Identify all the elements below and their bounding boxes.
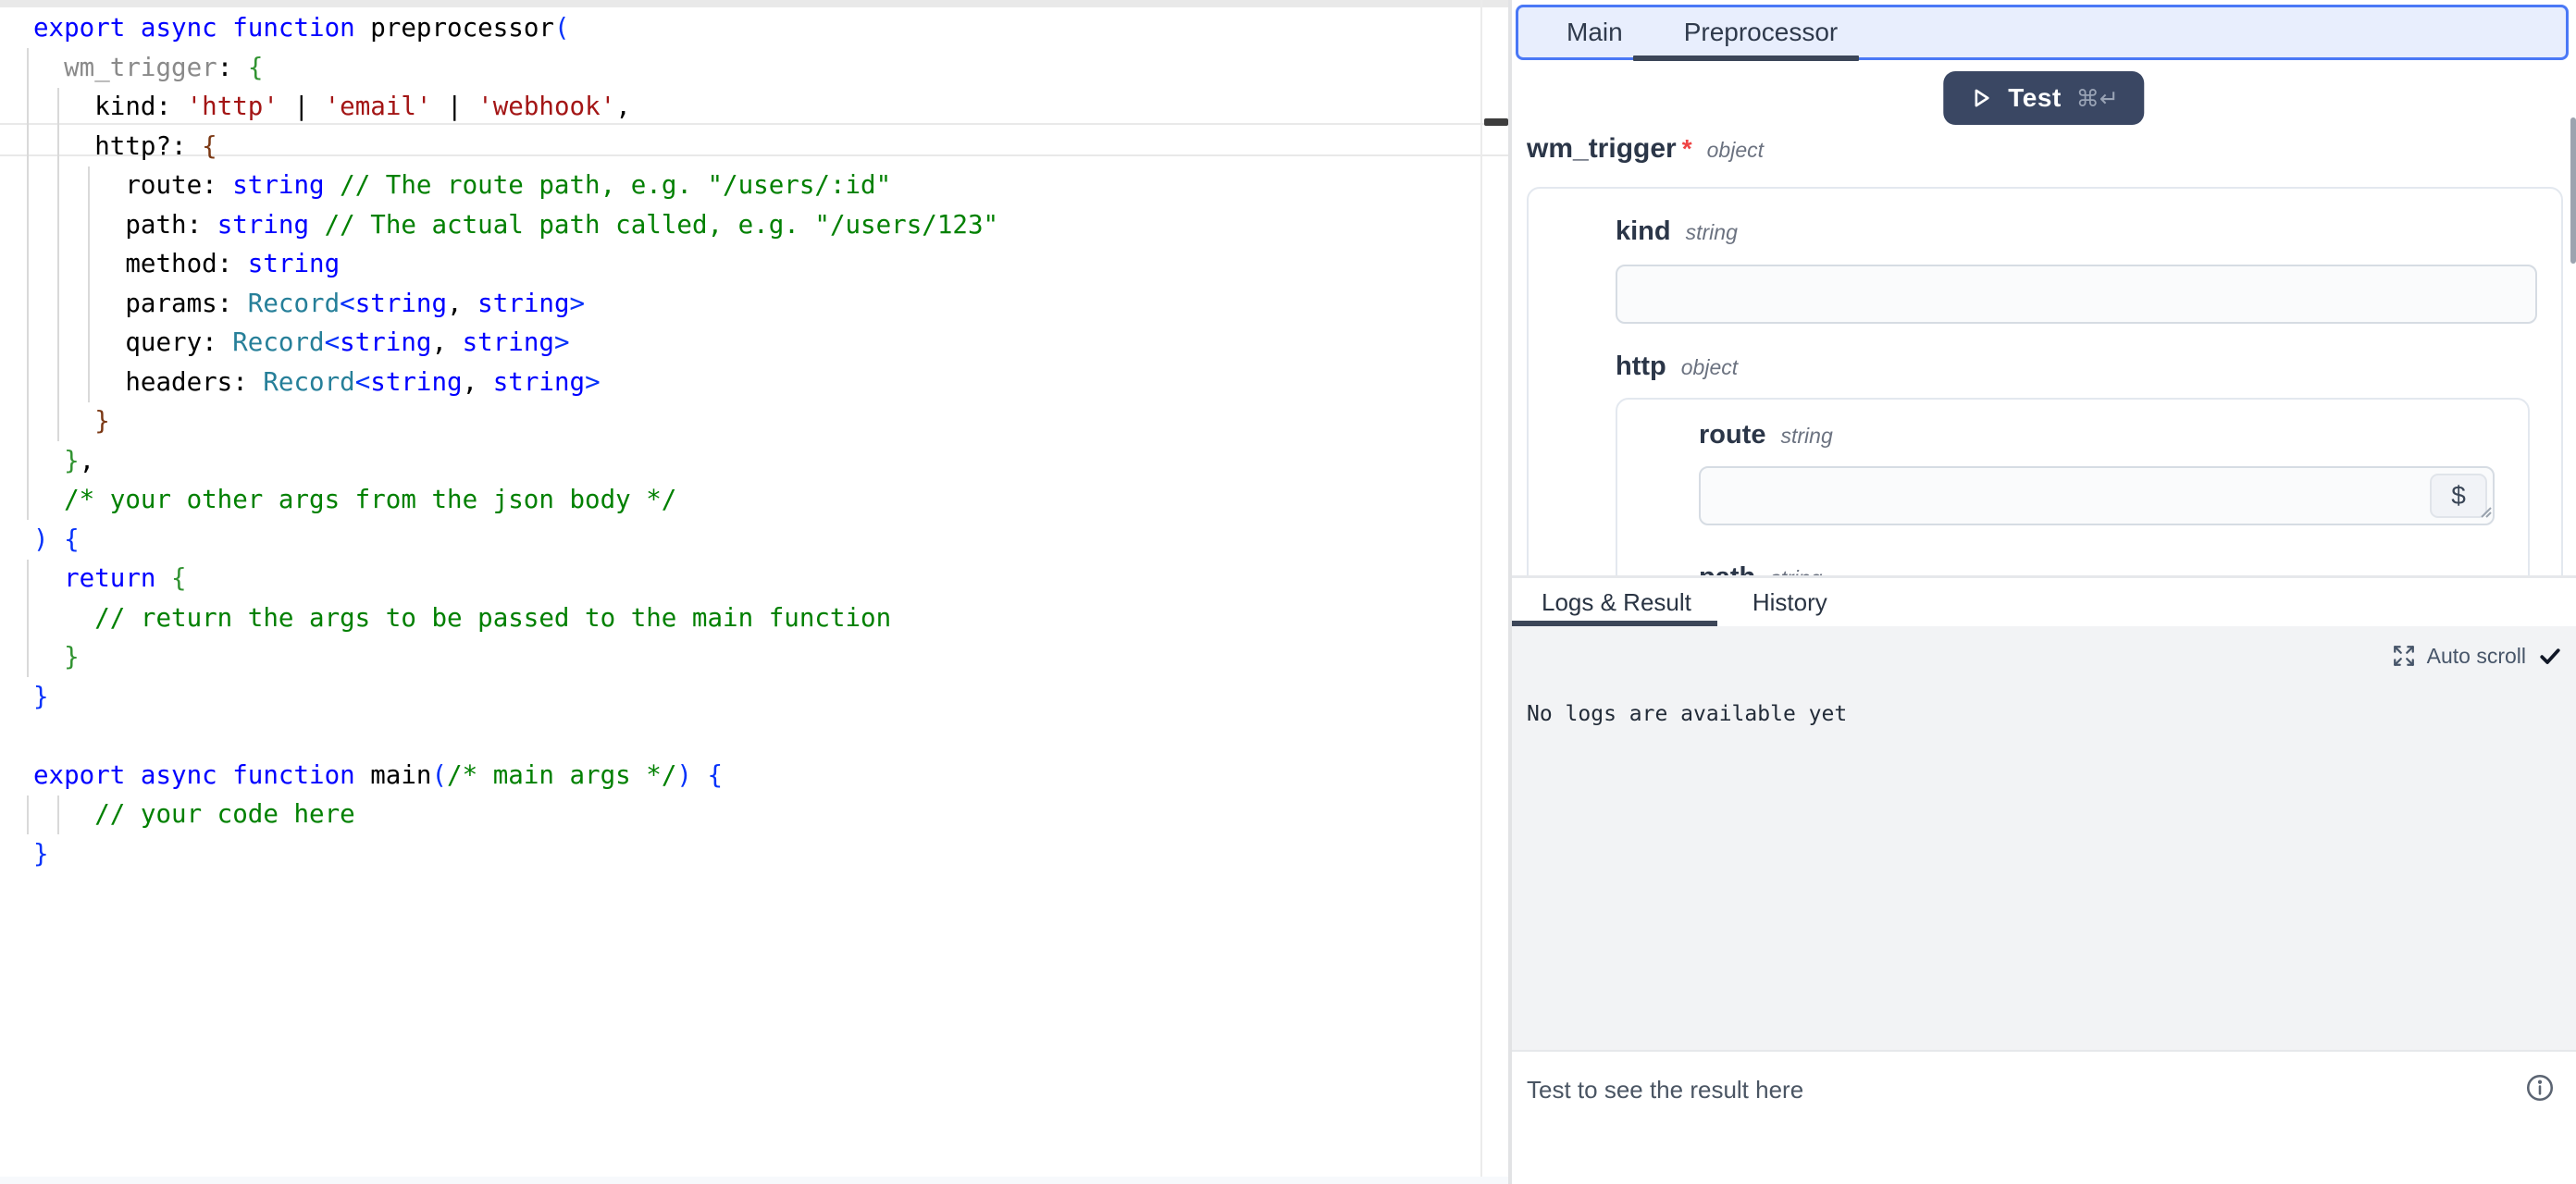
code-line: params: Record<string, string>	[33, 284, 998, 324]
field-header-route: route string	[1699, 420, 2495, 453]
auto-scroll-label: Auto scroll	[2427, 644, 2526, 669]
resize-grip-icon[interactable]	[2476, 502, 2493, 524]
auto-scroll-control[interactable]: Auto scroll	[2392, 643, 2563, 669]
logs-tabbar: Logs & Result History	[1512, 578, 2576, 626]
script-editor-window: export async function preprocessor( wm_t…	[0, 0, 2576, 1184]
kind-input[interactable]	[1616, 265, 2537, 324]
field-header-wm-trigger: wm_trigger * object	[1527, 133, 1764, 165]
code-line: http?: {	[33, 127, 998, 166]
code-line: route: string // The route path, e.g. "/…	[33, 166, 998, 205]
active-tab-underline	[1633, 56, 1859, 61]
code-line: }	[33, 637, 998, 677]
logs-panel: Auto scroll No logs are available yet	[1512, 626, 2576, 1050]
test-button[interactable]: Test ⌘↵	[1943, 71, 2144, 125]
field-type: string	[1686, 220, 1738, 245]
field-type: object	[1707, 138, 1764, 163]
code-line: }	[33, 677, 998, 717]
code-line: query: Record<string, string>	[33, 323, 998, 363]
info-circle-icon[interactable]	[2524, 1072, 2556, 1108]
code-line: }	[33, 834, 998, 874]
result-bar: Test to see the result here	[1512, 1050, 2576, 1184]
code-line: method: string	[33, 244, 998, 284]
required-asterisk: *	[1682, 134, 1692, 164]
code-line: // your code here	[33, 795, 998, 834]
code-line: ) {	[33, 520, 998, 560]
overview-ruler-cursor-marker[interactable]	[1484, 118, 1508, 126]
tab-preprocessor[interactable]: Preprocessor	[1684, 18, 1839, 47]
tab-history[interactable]: History	[1752, 588, 1827, 617]
field-name: http	[1616, 352, 1666, 382]
code-content[interactable]: export async function preprocessor( wm_t…	[0, 8, 998, 873]
tab-logs-result[interactable]: Logs & Result	[1542, 588, 1691, 617]
code-line: }	[33, 401, 998, 441]
code-line	[33, 716, 998, 756]
wm-trigger-object-box: kind string http object route string $	[1527, 187, 2563, 575]
test-panel: Main Preprocessor Test ⌘↵ wm_trigger * o…	[1512, 0, 2576, 1184]
test-shortcut: ⌘↵	[2076, 85, 2119, 112]
field-name: path	[1699, 562, 1755, 575]
route-input[interactable]	[1699, 466, 2495, 525]
code-line: export async function preprocessor(	[33, 8, 998, 48]
code-line: export async function main(/* main args …	[33, 756, 998, 796]
field-header-http: http object	[1616, 352, 2537, 385]
editor-scrollbar-track[interactable]	[1480, 0, 1482, 1184]
editor-bottom-strip	[0, 1177, 1508, 1184]
schema-form: wm_trigger * object kind string http obj…	[1512, 130, 2576, 575]
play-icon	[1969, 86, 1993, 110]
expand-icon[interactable]	[2392, 644, 2416, 668]
code-line: /* your other args from the json body */	[33, 480, 998, 520]
function-tabbar: Main Preprocessor	[1516, 5, 2569, 60]
test-button-label: Test	[2008, 83, 2062, 113]
field-name: wm_trigger	[1527, 133, 1677, 165]
code-line: wm_trigger: {	[33, 48, 998, 88]
tab-main[interactable]: Main	[1567, 18, 1623, 47]
field-type: string	[1770, 566, 1822, 575]
code-line: headers: Record<string, string>	[33, 363, 998, 402]
code-editor[interactable]: export async function preprocessor( wm_t…	[0, 0, 1508, 1184]
field-header-kind: kind string	[1616, 216, 2537, 250]
panel-scrollbar-thumb[interactable]	[2570, 117, 2576, 264]
result-placeholder-text: Test to see the result here	[1527, 1076, 1803, 1104]
field-type: string	[1781, 424, 1833, 449]
check-icon[interactable]	[2537, 643, 2563, 669]
field-name: kind	[1616, 216, 1671, 247]
code-line: kind: 'http' | 'email' | 'webhook',	[33, 87, 998, 127]
field-type: object	[1681, 355, 1738, 380]
field-name: route	[1699, 420, 1766, 450]
code-line: },	[33, 441, 998, 481]
code-line: path: string // The actual path called, …	[33, 205, 998, 245]
http-object-box: route string $ path string	[1616, 398, 2530, 575]
field-header-path: path string	[1699, 562, 2495, 575]
code-line: return {	[33, 559, 998, 598]
logs-empty-text: No logs are available yet	[1527, 702, 1847, 726]
code-line: // return the args to be passed to the m…	[33, 598, 998, 638]
editor-top-strip	[0, 0, 1508, 7]
